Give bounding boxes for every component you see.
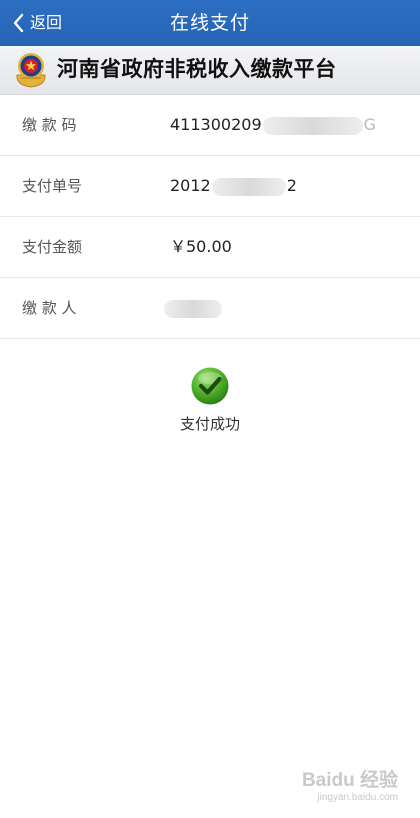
platform-title: 河南省政府非税收入缴款平台 <box>57 57 337 81</box>
payer-label: 缴 款 人 <box>22 299 77 317</box>
top-navigation-bar: 返回 在线支付 <box>0 0 420 46</box>
payment-amount-label: 支付金额 <box>22 238 83 256</box>
payer-value <box>164 278 223 338</box>
redacted-mask <box>262 116 363 135</box>
payment-code-value: 411300209 G <box>170 95 376 155</box>
order-number-start: 2012 <box>170 176 211 195</box>
payment-amount-value: ￥50.00 <box>170 237 232 256</box>
redacted-mask <box>164 299 222 318</box>
watermark-sub: jingyan.baidu.com <box>317 792 398 803</box>
payer-row: 缴 款 人 <box>0 278 420 339</box>
payment-status: 支付成功 <box>0 366 420 434</box>
payment-details: 缴 款 码 411300209 G 支付单号 2012 2 支付金额 ￥50.00 … <box>0 95 420 339</box>
status-label: 支付成功 <box>179 415 240 433</box>
police-emblem-icon <box>16 53 46 88</box>
watermark-main: Baidu 经验 <box>301 770 398 791</box>
platform-banner: 河南省政府非税收入缴款平台 <box>0 46 420 95</box>
payment-code-label: 缴 款 码 <box>22 116 77 134</box>
payment-code-row: 缴 款 码 411300209 G <box>0 95 420 156</box>
page-title: 在线支付 <box>169 12 250 34</box>
payment-code-tail: G <box>363 115 377 134</box>
baidu-jingyan-watermark: Baidu 经验 jingyan.baidu.com <box>302 770 398 804</box>
check-circle-icon <box>191 367 229 405</box>
order-number-value: 2012 2 <box>170 156 297 216</box>
order-number-end: 2 <box>286 176 297 195</box>
payment-code-visible: 411300209 <box>170 115 262 134</box>
payment-amount-row: 支付金额 ￥50.00 <box>0 217 420 278</box>
redacted-mask <box>211 177 286 196</box>
order-number-label: 支付单号 <box>22 177 83 195</box>
order-number-row: 支付单号 2012 2 <box>0 156 420 217</box>
